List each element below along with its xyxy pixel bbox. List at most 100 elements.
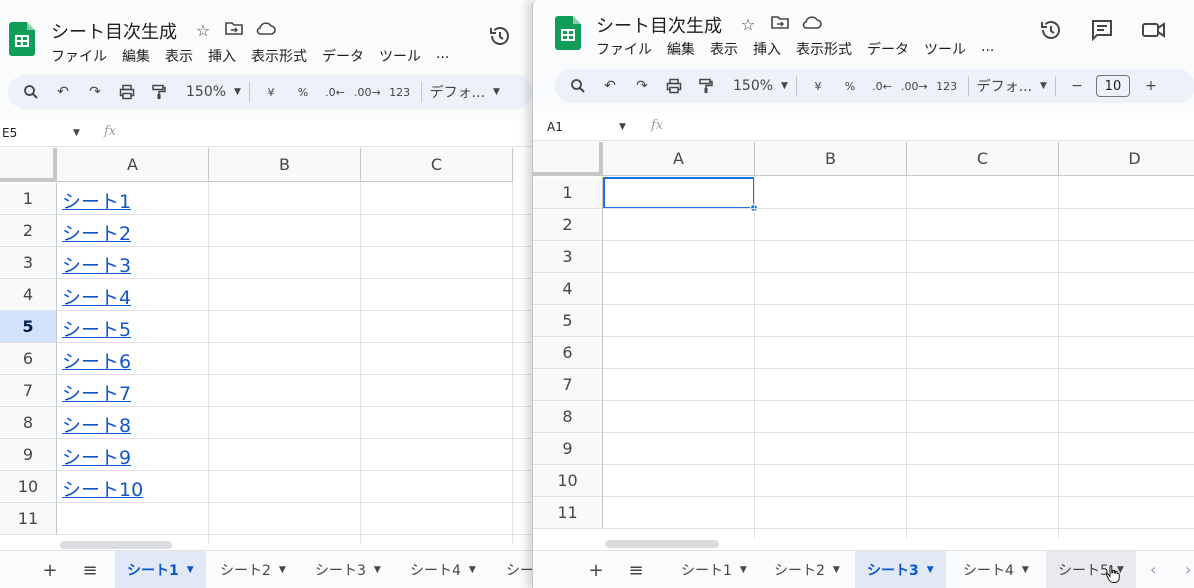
sheet-tab[interactable]: シー (494, 551, 532, 588)
sheet-tab[interactable]: シート1 ▼ (669, 551, 759, 588)
row-header[interactable]: 2 (0, 215, 57, 247)
select-all-corner[interactable] (0, 148, 57, 182)
sheets-logo-icon[interactable] (555, 16, 581, 50)
row-header[interactable]: 4 (0, 279, 57, 311)
cloud-status-icon[interactable] (255, 21, 277, 40)
sheet-grid[interactable]: A B C 1 2 3 4 5 6 7 8 9 10 11 シート1 シート2 シート3 シート4 シート5… (0, 148, 532, 550)
decrease-decimal-button[interactable]: .0 ← (869, 73, 895, 99)
sheet-link[interactable]: シート6 (62, 347, 131, 374)
column-header-a[interactable]: A (603, 142, 755, 176)
horizontal-scrollbar[interactable] (605, 540, 719, 548)
row-header[interactable]: 5 (0, 311, 57, 343)
row-header[interactable]: 1 (533, 177, 603, 209)
menu-file[interactable]: ファイル (51, 46, 107, 66)
sheet-tab[interactable]: シート4 ▼ (398, 551, 488, 588)
print-icon[interactable] (114, 79, 140, 105)
column-header-c[interactable]: C (907, 142, 1059, 176)
sheet-tab[interactable]: シート2 ▼ (208, 551, 298, 588)
row-header[interactable]: 5 (533, 305, 603, 337)
chevron-down-icon[interactable]: ▼ (279, 565, 286, 575)
menu-insert[interactable]: 挿入 (208, 46, 236, 66)
comment-icon[interactable] (1088, 18, 1116, 48)
column-header-a[interactable]: A (57, 148, 209, 182)
row-header[interactable]: 6 (533, 337, 603, 369)
column-header-c[interactable]: C (361, 148, 513, 182)
search-icon[interactable] (565, 73, 591, 99)
sheet-link[interactable]: シート3 (62, 251, 131, 278)
sheet-grid[interactable]: A B C D 1 2 3 4 5 6 7 8 9 10 11 (533, 142, 1194, 550)
row-header[interactable]: 4 (533, 273, 603, 305)
chevron-down-icon[interactable]: ▼ (374, 565, 381, 575)
decrease-decimal-button[interactable]: .0 ← (322, 79, 348, 105)
chevron-down-icon[interactable]: ▼ (927, 565, 934, 575)
star-icon[interactable]: ☆ (737, 15, 759, 34)
menu-view[interactable]: 表示 (165, 46, 193, 66)
number-format-button[interactable]: 123 (934, 73, 960, 99)
menu-data[interactable]: データ (867, 39, 909, 59)
search-icon[interactable] (18, 79, 44, 105)
currency-format-button[interactable]: ¥ (805, 73, 831, 99)
font-size-input[interactable]: 10 (1095, 75, 1130, 97)
menu-file[interactable]: ファイル (596, 39, 652, 59)
sheet-link[interactable]: シート8 (62, 411, 131, 438)
add-sheet-icon[interactable]: + (584, 560, 608, 581)
chevron-left-icon[interactable]: ‹ (1150, 560, 1156, 579)
row-header[interactable]: 9 (533, 433, 603, 465)
row-header[interactable]: 3 (0, 247, 57, 279)
menu-view[interactable]: 表示 (710, 39, 738, 59)
history-icon[interactable] (486, 24, 514, 54)
name-box[interactable]: E5 (2, 126, 17, 140)
sheet-link[interactable]: シート2 (62, 219, 131, 246)
video-call-icon[interactable] (1141, 18, 1169, 48)
row-header[interactable]: 11 (0, 503, 57, 535)
menu-tools[interactable]: ツール (379, 46, 421, 66)
chevron-right-icon[interactable]: › (1185, 560, 1191, 579)
row-header[interactable]: 10 (533, 465, 603, 497)
row-header[interactable]: 9 (0, 439, 57, 471)
move-folder-icon[interactable] (769, 14, 791, 34)
sheet-link[interactable]: シート9 (62, 443, 131, 470)
percent-format-button[interactable]: % (290, 79, 316, 105)
all-sheets-icon[interactable]: ≡ (624, 560, 648, 581)
undo-icon[interactable]: ↶ (50, 79, 76, 105)
sheet-link[interactable]: シート5 (62, 315, 131, 342)
menu-edit[interactable]: 編集 (667, 39, 695, 59)
paint-format-icon[interactable] (693, 73, 719, 99)
chevron-down-icon[interactable]: ▼ (187, 565, 194, 575)
chevron-down-icon[interactable]: ▼ (469, 565, 476, 575)
column-header-b[interactable]: B (755, 142, 907, 176)
menu-insert[interactable]: 挿入 (753, 39, 781, 59)
undo-icon[interactable]: ↶ (597, 73, 623, 99)
paint-format-icon[interactable] (146, 79, 172, 105)
chevron-down-icon[interactable]: ▼ (833, 565, 840, 575)
column-header-d[interactable]: D (1059, 142, 1194, 176)
chevron-down-icon[interactable]: ▼ (619, 122, 626, 132)
cloud-status-icon[interactable] (801, 15, 823, 34)
active-cell-selection[interactable] (603, 177, 755, 209)
doc-title[interactable]: シート目次生成 (596, 12, 722, 38)
menu-more[interactable]: ... (981, 39, 994, 59)
font-size-increase-button[interactable]: + (1138, 73, 1164, 99)
menu-data[interactable]: データ (322, 46, 364, 66)
row-header[interactable]: 6 (0, 343, 57, 375)
sheet-link[interactable]: シート4 (62, 283, 131, 310)
row-header[interactable]: 10 (0, 471, 57, 503)
name-box[interactable]: A1 (547, 120, 563, 134)
row-header[interactable]: 8 (533, 401, 603, 433)
menu-edit[interactable]: 編集 (122, 46, 150, 66)
redo-icon[interactable]: ↷ (82, 79, 108, 105)
column-header-b[interactable]: B (209, 148, 361, 182)
horizontal-scrollbar[interactable] (60, 541, 172, 549)
chevron-down-icon[interactable]: ▼ (73, 128, 80, 138)
row-header[interactable]: 2 (533, 209, 603, 241)
number-format-button[interactable]: 123 (387, 79, 413, 105)
chevron-down-icon[interactable]: ▼ (740, 565, 747, 575)
menu-format[interactable]: 表示形式 (251, 46, 307, 66)
select-all-corner[interactable] (533, 142, 603, 176)
font-select[interactable]: デフォ... ▼ (430, 79, 500, 105)
row-header[interactable]: 1 (0, 183, 57, 215)
currency-format-button[interactable]: ¥ (258, 79, 284, 105)
sheet-tab[interactable]: シート2 ▼ (762, 551, 852, 588)
all-sheets-icon[interactable]: ≡ (78, 560, 102, 581)
sheet-tab[interactable]: シート1 ▼ (115, 551, 206, 588)
